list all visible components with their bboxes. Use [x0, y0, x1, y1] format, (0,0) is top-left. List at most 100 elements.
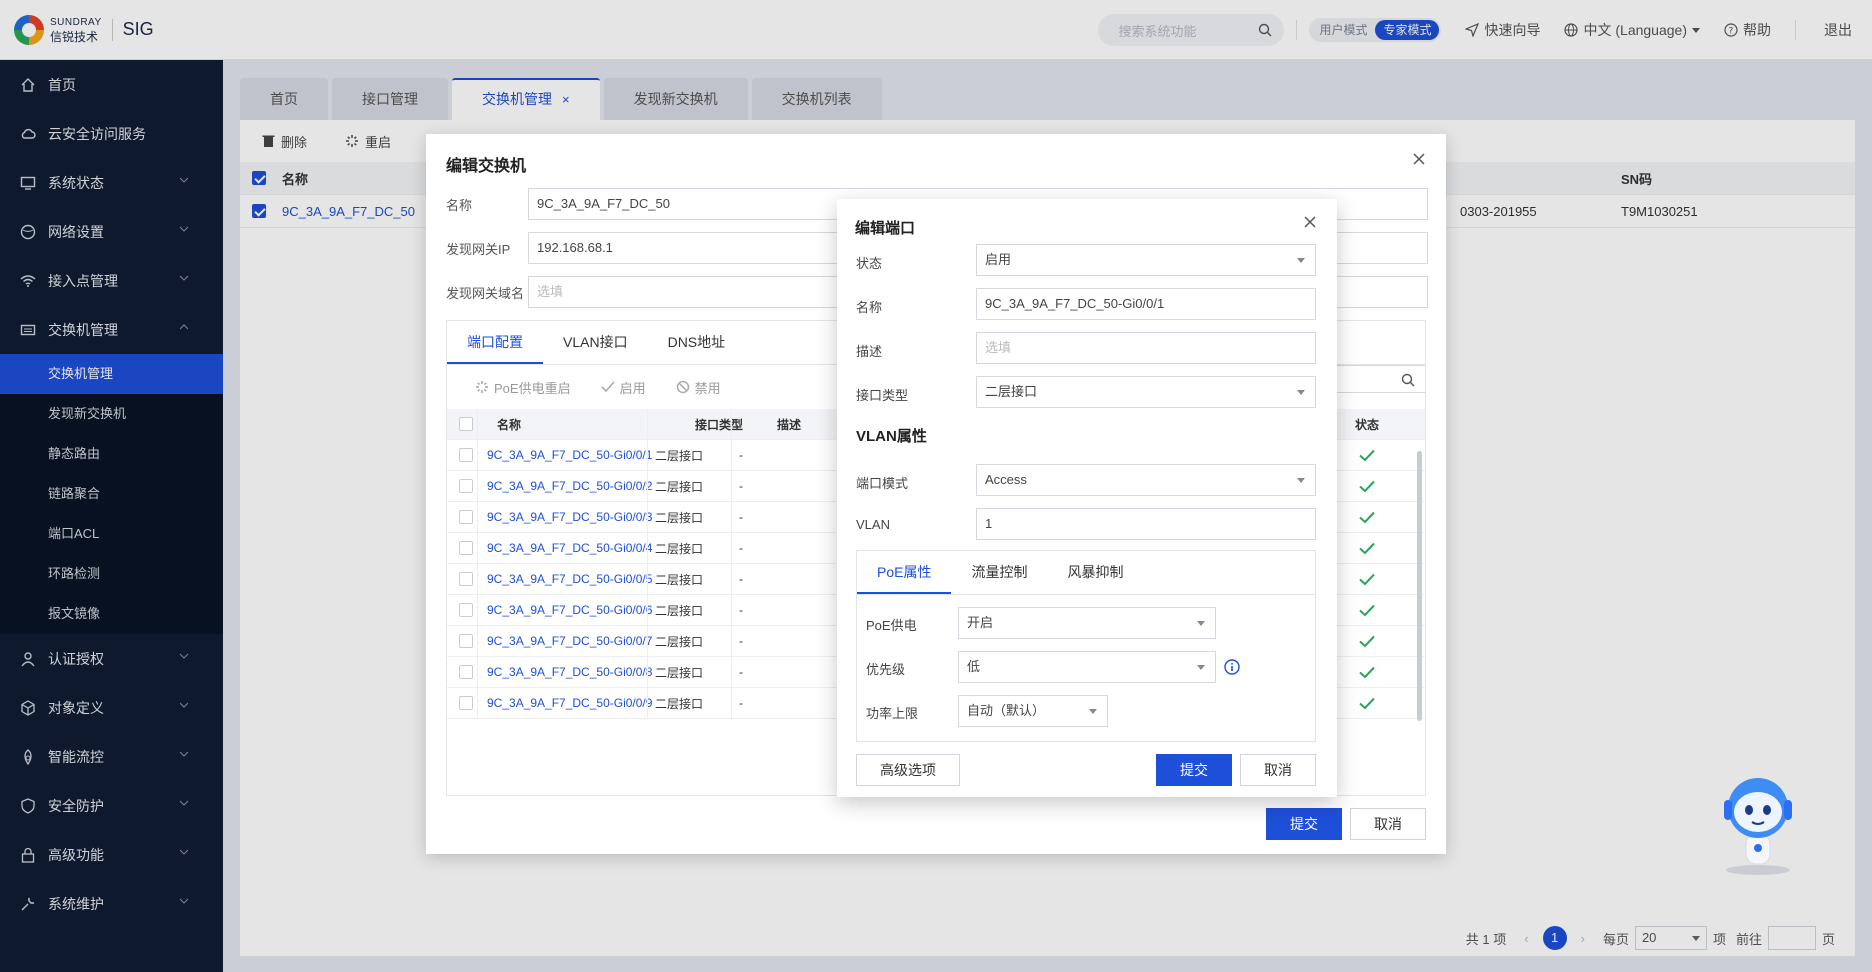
assistant-robot-icon[interactable] — [1712, 776, 1804, 876]
status-check-icon — [1359, 635, 1375, 648]
row-checkbox[interactable] — [459, 634, 473, 648]
status-check-icon — [1359, 449, 1375, 462]
status-check-icon — [1359, 511, 1375, 524]
col-status: 状态 — [1355, 417, 1380, 432]
status-value: 启用 — [985, 252, 1012, 267]
chevron-down-icon — [1197, 665, 1205, 670]
tab-storm-control[interactable]: 风暴抑制 — [1047, 551, 1143, 594]
row-checkbox[interactable] — [459, 510, 473, 524]
dialog-title: 编辑端口 — [855, 220, 916, 237]
port-type: 二层接口 — [655, 665, 704, 680]
port-type: 二层接口 — [655, 572, 704, 587]
row-checkbox[interactable] — [459, 603, 473, 617]
port-desc: - — [739, 665, 743, 679]
port-desc: - — [739, 479, 743, 493]
tab-flow-control[interactable]: 流量控制 — [951, 551, 1047, 594]
port-name-link[interactable]: 9C_3A_9A_F7_DC_50-Gi0/0/9 — [487, 696, 652, 710]
column-divider — [647, 409, 648, 719]
status-check-icon — [1359, 542, 1375, 555]
desc-field[interactable]: 选填 — [976, 332, 1316, 364]
row-checkbox[interactable] — [459, 696, 473, 710]
type-label: 接口类型 — [856, 388, 909, 403]
submit-button[interactable]: 提交 — [1266, 808, 1342, 840]
port-type-select[interactable]: 二层接口 — [976, 376, 1316, 408]
row-checkbox[interactable] — [459, 448, 473, 462]
desc-label: 描述 — [856, 344, 883, 359]
disable-label: 禁用 — [694, 380, 721, 396]
advanced-options-button[interactable]: 高级选项 — [856, 754, 960, 786]
port-name-link[interactable]: 9C_3A_9A_F7_DC_50-Gi0/0/2 — [487, 479, 652, 493]
port-name-link[interactable]: 9C_3A_9A_F7_DC_50-Gi0/0/6 — [487, 603, 652, 617]
col-desc: 描述 — [777, 417, 802, 432]
port-desc: - — [739, 510, 743, 524]
vlan-label: VLAN — [856, 517, 890, 532]
status-check-icon — [1359, 480, 1375, 493]
tab-port-config[interactable]: 端口配置 — [447, 321, 543, 364]
chevron-down-icon — [1089, 709, 1097, 714]
vlan-field[interactable]: 1 — [976, 508, 1316, 540]
poe-value: 开启 — [967, 615, 994, 630]
port-desc: - — [739, 541, 743, 555]
port-type-value: 二层接口 — [985, 384, 1038, 399]
tab-poe[interactable]: PoE属性 — [857, 551, 952, 594]
poe-select[interactable]: 开启 — [958, 607, 1216, 639]
enable-button[interactable]: 启用 — [601, 378, 646, 397]
port-mode-select[interactable]: Access — [976, 464, 1316, 496]
tab-vlan[interactable]: VLAN接口 — [543, 321, 648, 364]
port-name-link[interactable]: 9C_3A_9A_F7_DC_50-Gi0/0/3 — [487, 510, 652, 524]
port-type: 二层接口 — [655, 510, 704, 525]
select-all-ports-checkbox[interactable] — [459, 417, 473, 431]
enable-label: 启用 — [619, 380, 646, 396]
vlan-section-title: VLAN属性 — [856, 428, 927, 445]
port-name-link[interactable]: 9C_3A_9A_F7_DC_50-Gi0/0/1 — [487, 448, 652, 462]
status-select[interactable]: 启用 — [976, 244, 1316, 276]
row-checkbox[interactable] — [459, 665, 473, 679]
port-name-link[interactable]: 9C_3A_9A_F7_DC_50-Gi0/0/7 — [487, 634, 652, 648]
col-type: 接口类型 — [695, 417, 744, 432]
close-icon[interactable] — [1412, 152, 1426, 166]
cancel-button[interactable]: 取消 — [1240, 754, 1316, 786]
row-checkbox[interactable] — [459, 479, 473, 493]
port-name-link[interactable]: 9C_3A_9A_F7_DC_50-Gi0/0/4 — [487, 541, 652, 555]
port-name-link[interactable]: 9C_3A_9A_F7_DC_50-Gi0/0/5 — [487, 572, 652, 586]
port-type: 二层接口 — [655, 448, 704, 463]
poe-box: PoE属性 流量控制 风暴抑制 PoE供电 开启 优先级 低 功率上限 自动（默… — [856, 550, 1316, 742]
port-type: 二层接口 — [655, 696, 704, 711]
port-name-link[interactable]: 9C_3A_9A_F7_DC_50-Gi0/0/8 — [487, 665, 652, 679]
row-checkbox[interactable] — [459, 541, 473, 555]
col-name: 名称 — [497, 417, 522, 432]
domain-label: 发现网关域名 — [446, 285, 525, 301]
power-limit-select[interactable]: 自动（默认） — [958, 695, 1108, 727]
search-icon[interactable] — [1401, 373, 1415, 387]
chevron-down-icon — [1297, 478, 1305, 483]
status-check-icon — [1359, 573, 1375, 586]
column-divider — [731, 409, 732, 719]
port-type: 二层接口 — [655, 603, 704, 618]
status-check-icon — [1359, 666, 1375, 679]
chevron-down-icon — [1297, 390, 1305, 395]
priority-select[interactable]: 低 — [958, 651, 1216, 683]
ban-icon — [676, 380, 689, 394]
port-desc: - — [739, 572, 743, 586]
port-name-field[interactable]: 9C_3A_9A_F7_DC_50-Gi0/0/1 — [976, 288, 1316, 320]
port-mode-label: 端口模式 — [856, 476, 909, 491]
poe-tabs: PoE属性 流量控制 风暴抑制 — [857, 551, 1315, 595]
poe-label: PoE供电 — [866, 618, 917, 633]
table-scrollbar[interactable] — [1417, 451, 1422, 721]
name-label: 名称 — [446, 197, 473, 213]
port-desc: - — [739, 634, 743, 648]
submit-button[interactable]: 提交 — [1156, 754, 1232, 786]
port-desc: - — [739, 696, 743, 710]
disable-button[interactable]: 禁用 — [676, 378, 721, 397]
row-checkbox[interactable] — [459, 572, 473, 586]
cancel-button[interactable]: 取消 — [1350, 808, 1426, 840]
close-icon[interactable] — [1303, 215, 1317, 229]
info-icon[interactable] — [1224, 659, 1240, 675]
status-check-icon — [1359, 604, 1375, 617]
port-type: 二层接口 — [655, 634, 704, 649]
spinner-icon — [476, 381, 488, 393]
tab-dns[interactable]: DNS地址 — [648, 321, 746, 364]
poe-restart-button[interactable]: PoE供电重启 — [475, 378, 571, 397]
app-root: SUNDRAY 信锐技术 SIG 搜索系统功能 用户模式 专家模式 快速向导 中… — [0, 0, 1872, 972]
priority-value: 低 — [967, 659, 981, 674]
